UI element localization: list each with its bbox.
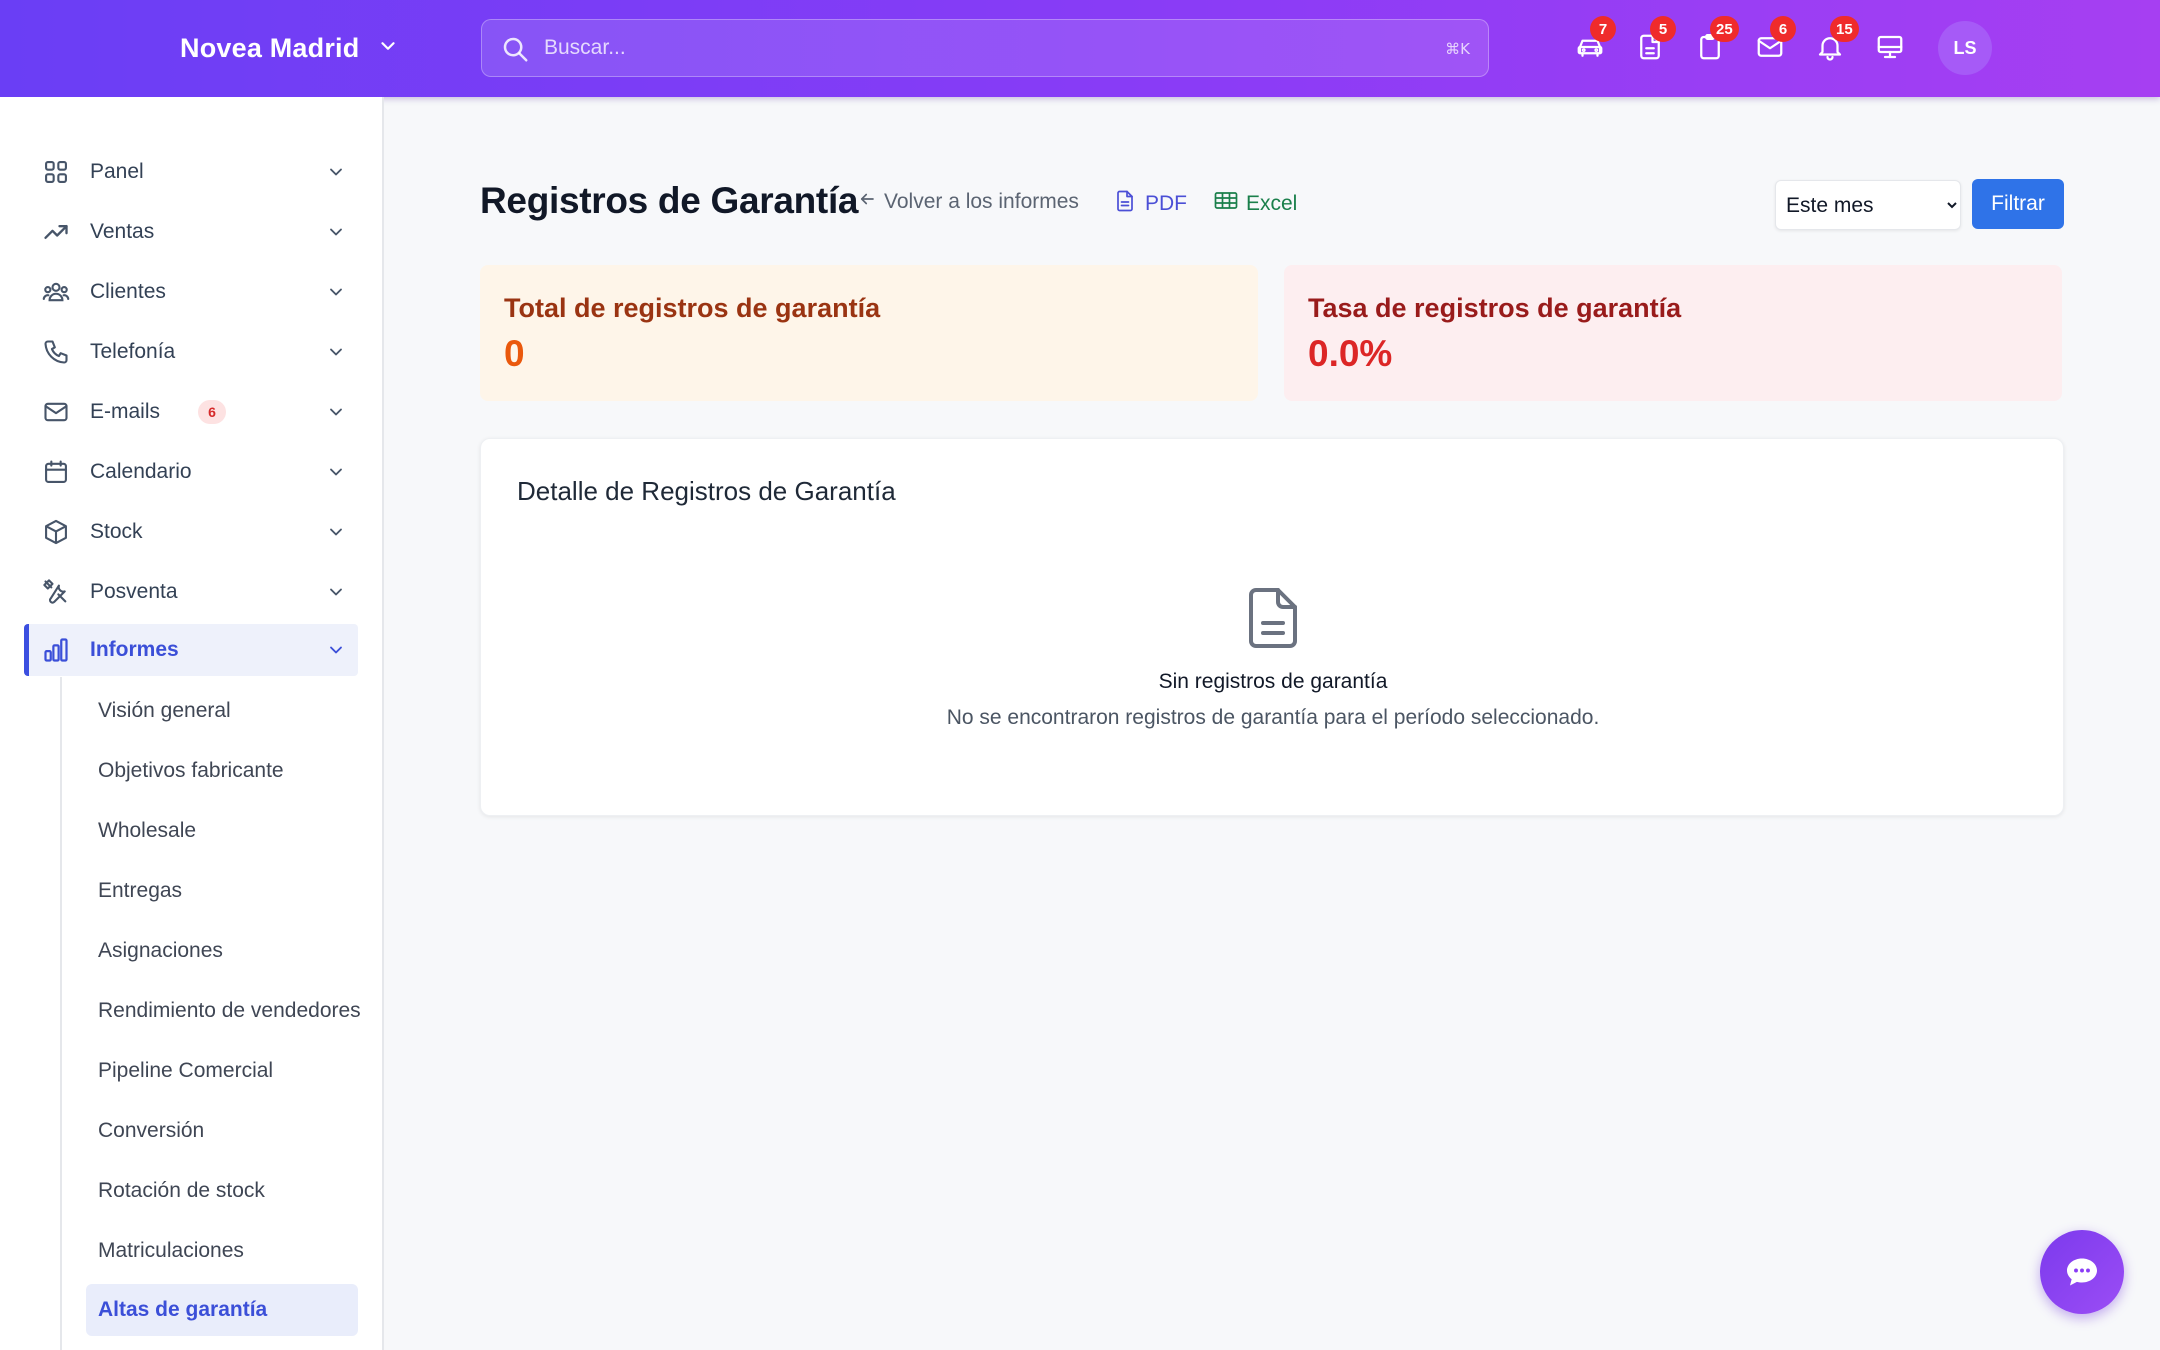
- sidebar-item-label: Clientes: [90, 280, 166, 303]
- chevron-down-icon: [326, 640, 346, 660]
- subnav-item-rotacion-stock[interactable]: Rotación de stock: [86, 1165, 358, 1217]
- chevron-down-icon: [326, 222, 346, 242]
- tasks-button[interactable]: 25: [1692, 16, 1739, 65]
- total-warranty-card: Total de registros de garantía 0: [480, 265, 1258, 401]
- export-excel-link[interactable]: Excel: [1214, 190, 1297, 218]
- phone-icon: [42, 338, 70, 366]
- sidebar-item-calendario[interactable]: Calendario: [24, 446, 358, 498]
- detail-title: Detalle de Registros de Garantía: [517, 476, 896, 506]
- subnav-item-matriculaciones[interactable]: Matriculaciones: [86, 1225, 358, 1277]
- page-title: Registros de Garantía: [480, 180, 859, 221]
- global-search[interactable]: ⌘K: [481, 19, 1489, 77]
- box-icon: [42, 518, 70, 546]
- grid-icon: [42, 158, 70, 186]
- user-avatar[interactable]: LS: [1938, 21, 1992, 75]
- sidebar-item-stock[interactable]: Stock: [24, 506, 358, 558]
- sidebar-item-label: Informes: [90, 638, 179, 661]
- trending-up-icon: [42, 218, 70, 246]
- sidebar-item-label: Panel: [90, 160, 144, 183]
- period-select[interactable]: Este mes: [1775, 180, 1961, 230]
- notification-badge: 7: [1590, 16, 1616, 42]
- car-button[interactable]: 7: [1572, 16, 1616, 65]
- monitor-icon: [1877, 35, 1903, 59]
- notification-badge: 5: [1650, 16, 1676, 42]
- sidebar-item-label: Calendario: [90, 460, 192, 483]
- tools-icon: [42, 578, 70, 606]
- sidebar: Panel Ventas Clientes Telefonía E-mails …: [0, 97, 384, 1350]
- excel-label: Excel: [1246, 192, 1298, 215]
- stat-value: 0: [504, 333, 525, 374]
- chevron-down-icon: [326, 162, 346, 182]
- stat-label: Tasa de registros de garantía: [1308, 293, 1682, 323]
- display-button[interactable]: [1872, 29, 1908, 65]
- subnav-item-pipeline-comercial[interactable]: Pipeline Comercial: [86, 1045, 358, 1097]
- subnav-item-vision-general[interactable]: Visión general: [86, 685, 358, 737]
- table-icon: [1214, 190, 1238, 218]
- unread-count-badge: 6: [198, 400, 226, 424]
- chevron-down-icon: [326, 282, 346, 302]
- chevron-down-icon: [377, 35, 399, 62]
- stat-value: 0.0%: [1308, 333, 1393, 374]
- detail-card: Detalle de Registros de Garantía Sin reg…: [480, 438, 2064, 816]
- subnav-item-wholesale[interactable]: Wholesale: [86, 805, 358, 857]
- pdf-label: PDF: [1145, 192, 1187, 215]
- sidebar-item-informes[interactable]: Informes: [24, 624, 358, 676]
- back-link-label: Volver a los informes: [884, 190, 1079, 213]
- top-header: Novea Madrid ⌘K 7 5 25 6 15 LS: [0, 0, 2160, 97]
- subnav-item-altas-garantia[interactable]: Altas de garantía: [86, 1284, 358, 1336]
- sidebar-item-label: Telefonía: [90, 340, 176, 363]
- subnav-item-conversion[interactable]: Conversión: [86, 1105, 358, 1157]
- chevron-down-icon: [326, 402, 346, 422]
- search-icon: [500, 34, 530, 64]
- chevron-down-icon: [326, 522, 346, 542]
- sidebar-item-telefonia[interactable]: Telefonía: [24, 326, 358, 378]
- subnav-divider: [60, 677, 62, 1350]
- sidebar-item-label: Ventas: [90, 220, 155, 243]
- brand-switcher[interactable]: Novea Madrid: [180, 28, 399, 68]
- sidebar-item-ventas[interactable]: Ventas: [24, 206, 358, 258]
- chevron-down-icon: [326, 582, 346, 602]
- empty-state-subtitle: No se encontraron registros de garantía …: [946, 706, 1600, 729]
- notification-badge: 15: [1830, 16, 1859, 42]
- mail-button[interactable]: 6: [1752, 16, 1796, 65]
- chevron-down-icon: [326, 462, 346, 482]
- mail-icon: [42, 398, 70, 426]
- sidebar-item-emails[interactable]: E-mails 6: [24, 386, 358, 438]
- sidebar-item-panel[interactable]: Panel: [24, 146, 358, 198]
- users-icon: [42, 278, 70, 306]
- calendar-icon: [42, 458, 70, 486]
- notification-badge: 6: [1770, 16, 1796, 42]
- subnav-item-asignaciones[interactable]: Asignaciones: [86, 925, 358, 977]
- chevron-down-icon: [326, 342, 346, 362]
- stat-label: Total de registros de garantía: [504, 293, 881, 323]
- notification-badge: 25: [1710, 16, 1739, 42]
- document-icon: [1246, 586, 1300, 650]
- sidebar-item-clientes[interactable]: Clientes: [24, 266, 358, 318]
- filter-button[interactable]: Filtrar: [1972, 179, 2064, 229]
- arrow-left-icon: [858, 190, 876, 214]
- sidebar-item-label: Stock: [90, 520, 143, 543]
- subnav-item-entregas[interactable]: Entregas: [86, 865, 358, 917]
- back-to-reports-link[interactable]: Volver a los informes: [858, 190, 1079, 214]
- empty-state-title: Sin registros de garantía: [1158, 670, 1388, 693]
- export-pdf-link[interactable]: PDF: [1115, 190, 1187, 218]
- warranty-rate-card: Tasa de registros de garantía 0.0%: [1284, 265, 2062, 401]
- documents-button[interactable]: 5: [1632, 16, 1676, 65]
- subnav-item-objetivos-fabricante[interactable]: Objetivos fabricante: [86, 745, 358, 797]
- chat-icon: [2067, 1258, 2097, 1286]
- sidebar-item-label: Posventa: [90, 580, 178, 603]
- search-shortcut-hint: ⌘K: [1445, 40, 1470, 58]
- notifications-button[interactable]: 15: [1812, 16, 1859, 65]
- file-pdf-icon: [1115, 190, 1135, 218]
- bar-chart-icon: [42, 636, 70, 664]
- search-input[interactable]: [544, 30, 1404, 66]
- sidebar-item-posventa[interactable]: Posventa: [24, 566, 358, 618]
- chat-button[interactable]: [2040, 1230, 2124, 1314]
- subnav-item-rendimiento-vendedores[interactable]: Rendimiento de vendedores: [86, 985, 361, 1037]
- sidebar-item-label: E-mails: [90, 400, 161, 423]
- brand-name: Novea Madrid: [180, 32, 360, 63]
